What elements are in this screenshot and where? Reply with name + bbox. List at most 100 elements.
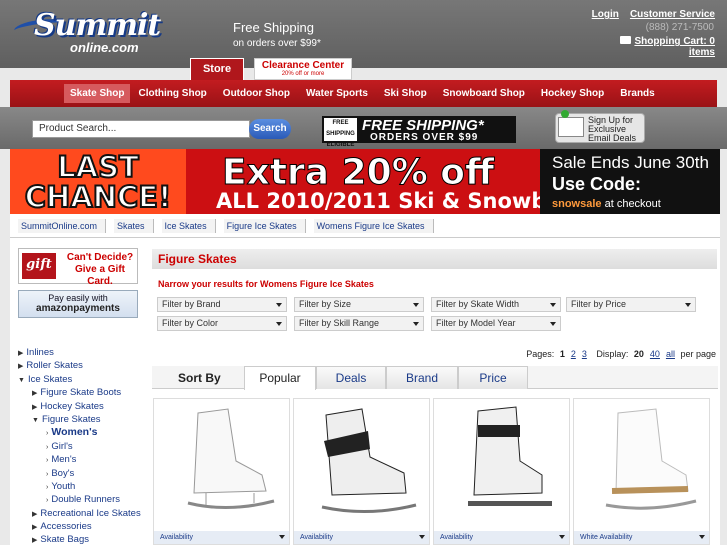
- nav-water-sports[interactable]: Water Sports: [298, 80, 376, 107]
- shopping-cart-link[interactable]: Shopping Cart: 0 items: [597, 36, 715, 58]
- category-tree-item[interactable]: ▶ Roller Skates: [18, 359, 148, 372]
- filter-brand[interactable]: Filter by Brand: [157, 297, 287, 312]
- nav-skate-shop[interactable]: Skate Shop: [64, 84, 131, 103]
- category-tree-item[interactable]: › Women's: [18, 426, 148, 439]
- nav-ski-shop[interactable]: Ski Shop: [376, 80, 435, 107]
- banner-code-panel: Sale Ends June 30th Use Code: snowsale a…: [540, 149, 720, 214]
- narrow-results-label: Narrow your results for Womens Figure Ic…: [158, 279, 374, 289]
- category-tree-item[interactable]: ▶ Figure Skate Boots: [18, 386, 148, 399]
- phone-number: (888) 271-7500: [645, 22, 714, 33]
- free-shipping-sub: on orders over $99*: [233, 38, 321, 49]
- availability-select[interactable]: Availability: [154, 531, 289, 544]
- category-tree-item[interactable]: ▶ Inlines: [18, 346, 148, 359]
- filter-skill-range[interactable]: Filter by Skill Range: [294, 316, 424, 331]
- display-all[interactable]: all: [666, 349, 675, 359]
- arrow-icon: ▶: [32, 510, 38, 518]
- page-2[interactable]: 2: [571, 349, 576, 359]
- display-20[interactable]: 20: [634, 349, 644, 359]
- display-40[interactable]: 40: [650, 349, 660, 359]
- chevron-right-icon: ›: [46, 497, 49, 505]
- summit-logo[interactable]: Summit online.com: [13, 6, 176, 56]
- breadcrumb-item[interactable]: Womens Figure Ice Skates: [313, 218, 434, 233]
- breadcrumb-item[interactable]: Ice Skates: [161, 218, 216, 233]
- arrow-icon: ▼: [18, 376, 25, 384]
- black-white-skate-image: [321, 408, 417, 513]
- product-card[interactable]: Availability: [433, 398, 570, 545]
- login-link[interactable]: Login: [592, 9, 619, 20]
- breadcrumb-item[interactable]: Figure Ice Skates: [223, 218, 306, 233]
- chevron-right-icon: ›: [46, 483, 49, 491]
- nav-outdoor-shop[interactable]: Outdoor Shop: [215, 80, 298, 107]
- free-shipping-badge[interactable]: FREE SHIPPING ELIGIBLE FREE SHIPPING* OR…: [322, 116, 516, 148]
- breadcrumb: SummitOnline.com Skates Ice Skates Figur…: [10, 214, 720, 238]
- breadcrumb-item[interactable]: Skates: [114, 218, 154, 233]
- arrow-icon: ▶: [32, 524, 38, 532]
- search-button[interactable]: Search: [249, 119, 291, 139]
- arrow-icon: ▶: [18, 363, 24, 371]
- free-shipping-notice: Free Shipping on orders over $99*: [233, 20, 321, 49]
- arrow-icon: ▶: [32, 537, 38, 545]
- sort-tab-popular[interactable]: Popular: [244, 366, 316, 390]
- cart-icon: [620, 36, 632, 44]
- product-card[interactable]: Availability: [293, 398, 430, 545]
- filter-size[interactable]: Filter by Size: [294, 297, 424, 312]
- page-1[interactable]: 1: [560, 349, 565, 359]
- category-tree-item[interactable]: ▼ Figure Skates: [18, 413, 148, 426]
- email-signup-button[interactable]: Sign Up for Exclusive Email Deals: [555, 110, 645, 143]
- recreational-skate-image: [468, 406, 552, 506]
- category-tree-item[interactable]: ▶ Skate Bags: [18, 533, 148, 545]
- chevron-right-icon: ›: [46, 430, 49, 438]
- nav-snowboard-shop[interactable]: Snowboard Shop: [435, 80, 533, 107]
- chevron-right-icon: ›: [46, 443, 49, 451]
- pagination: Pages: 123 Display: 20 40 all per page: [526, 349, 716, 359]
- customer-service-link[interactable]: Customer Service: [630, 9, 715, 20]
- sort-tab-deals[interactable]: Deals: [316, 366, 386, 389]
- category-tree-item[interactable]: › Men's: [18, 453, 148, 466]
- filter-skate-width[interactable]: Filter by Skate Width: [431, 297, 561, 312]
- nav-brands[interactable]: Brands: [612, 80, 662, 107]
- envelope-icon: [558, 110, 584, 137]
- category-tree-item[interactable]: › Girl's: [18, 440, 148, 453]
- category-tree-item[interactable]: › Double Runners: [18, 493, 148, 506]
- category-tree-item[interactable]: ▶ Hockey Skates: [18, 400, 148, 413]
- sort-tab-brand[interactable]: Brand: [386, 366, 458, 389]
- arrow-icon: ▶: [18, 350, 24, 357]
- breadcrumb-item[interactable]: SummitOnline.com: [18, 218, 107, 233]
- tab-clearance-center[interactable]: Clearance Center 20% off or more: [254, 58, 352, 80]
- product-card[interactable]: Availability: [153, 398, 290, 545]
- sort-label: Sort By: [178, 371, 221, 385]
- white-figure-skate-image: [187, 408, 275, 509]
- chevron-right-icon: ›: [46, 457, 49, 465]
- category-tree-item[interactable]: ▼ Ice Skates: [18, 373, 148, 386]
- page-title: Figure Skates: [152, 249, 717, 269]
- category-tree: ▶ Inlines ▶ Roller Skates ▼ Ice Skates ▶ Figure…: [18, 346, 148, 545]
- category-tree-item[interactable]: › Youth: [18, 480, 148, 493]
- availability-select[interactable]: Availability: [434, 531, 569, 544]
- gift-card-logo: gift: [22, 253, 56, 279]
- nav-hockey-shop[interactable]: Hockey Shop: [533, 80, 612, 107]
- promo-banner[interactable]: LAST CHANCE! Extra 20% off ALL 2010/2011…: [10, 149, 720, 214]
- filter-color[interactable]: Filter by Color: [157, 316, 287, 331]
- availability-select[interactable]: Availability: [294, 531, 429, 544]
- search-input[interactable]: Product Search...: [32, 120, 250, 138]
- category-tree-item[interactable]: › Boy's: [18, 467, 148, 480]
- gift-card-banner[interactable]: gift Can't Decide? Give a Gift Card.: [18, 248, 138, 287]
- nav-clothing-shop[interactable]: Clothing Shop: [130, 80, 214, 107]
- amazon-payments-banner[interactable]: Pay easily with amazonpayments: [18, 290, 138, 318]
- page-3[interactable]: 3: [582, 349, 587, 359]
- account-links: Login Customer Service: [540, 8, 715, 20]
- last-chance-text: LAST CHANCE!: [10, 149, 186, 214]
- category-tree-item[interactable]: ▶ Accessories: [18, 520, 148, 533]
- category-tree-item[interactable]: ▶ Recreational Ice Skates: [18, 507, 148, 520]
- white-tan-figure-skate-image: [605, 408, 697, 510]
- sort-tab-price[interactable]: Price: [458, 366, 528, 389]
- filter-model-year[interactable]: Filter by Model Year: [431, 316, 561, 331]
- tab-store[interactable]: Store: [190, 58, 244, 80]
- arrow-icon: ▶: [32, 390, 38, 398]
- filter-price[interactable]: Filter by Price: [566, 297, 696, 312]
- banner-headline: Extra 20% off: [221, 152, 495, 194]
- main-nav: Skate Shop Clothing Shop Outdoor Shop Wa…: [10, 80, 717, 107]
- availability-select[interactable]: White Availability: [574, 531, 709, 544]
- product-card[interactable]: White Availability: [573, 398, 710, 545]
- arrow-icon: ▶: [32, 403, 38, 411]
